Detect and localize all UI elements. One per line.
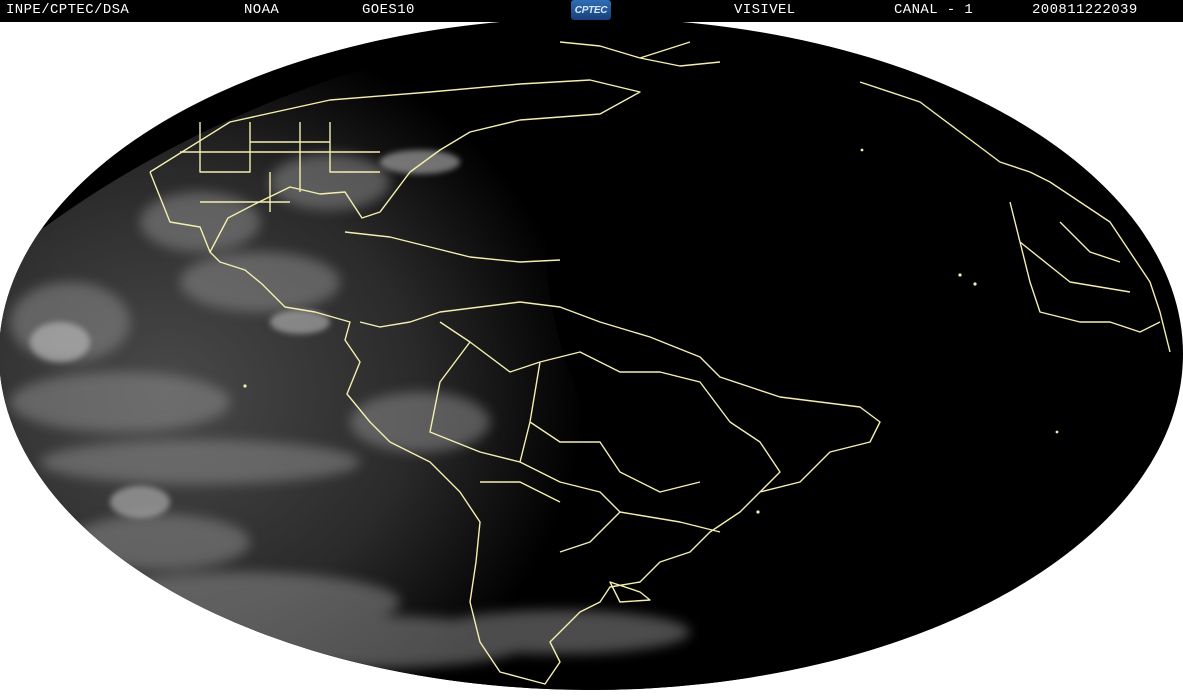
cptec-logo: CPTEC xyxy=(571,0,611,20)
satellite-globe-image xyxy=(0,22,1183,690)
band-label: VISIVEL xyxy=(734,2,796,18)
channel-label: CANAL - 1 xyxy=(894,2,974,18)
institution-label: INPE/CPTEC/DSA xyxy=(6,2,130,18)
timestamp-label: 200811222039 xyxy=(1032,2,1138,18)
header-bar: INPE/CPTEC/DSA NOAA GOES10 CPTEC VISIVEL… xyxy=(0,0,1183,22)
agency-label: NOAA xyxy=(244,2,280,18)
satellite-label: GOES10 xyxy=(362,2,415,18)
